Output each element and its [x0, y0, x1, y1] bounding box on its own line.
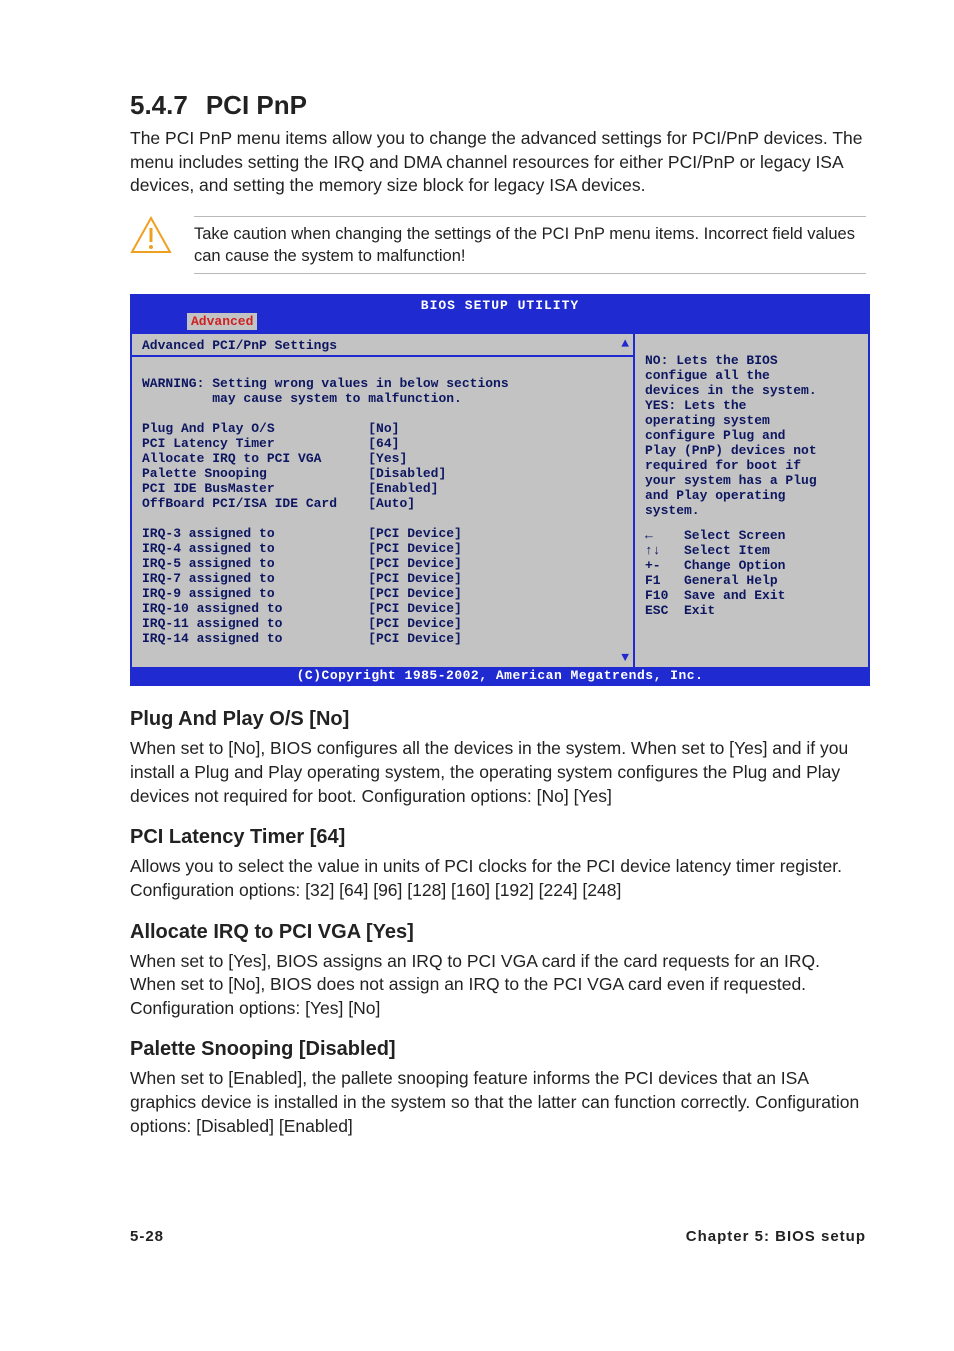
chapter-label: Chapter 5: BIOS setup	[686, 1228, 866, 1245]
setting-heading-pnp: Plug And Play O/S [No]	[130, 708, 866, 731]
bios-tab-bar: Advanced	[132, 313, 868, 332]
bios-help-text: NO: Lets the BIOS configue all the devic…	[645, 353, 817, 518]
setting-body-palette: When set to [Enabled], the pallete snoop…	[130, 1067, 866, 1138]
setting-heading-irqvga: Allocate IRQ to PCI VGA [Yes]	[130, 921, 866, 944]
bios-left-title: Advanced PCI/PnP Settings	[132, 334, 633, 357]
section-heading: 5.4.7 PCI PnP	[130, 90, 866, 121]
page-footer: 5-28 Chapter 5: BIOS setup	[130, 1228, 866, 1245]
bios-footer: (C)Copyright 1985-2002, American Megatre…	[132, 667, 868, 684]
bios-keynav: ← Select Screen ↑↓ Select Item +- Change…	[645, 528, 860, 618]
section-intro: The PCI PnP menu items allow you to chan…	[130, 127, 866, 198]
bios-warning: WARNING: Setting wrong values in below s…	[142, 376, 509, 406]
bios-settings-block: Plug And Play O/S [No] PCI Latency Timer…	[142, 421, 446, 511]
setting-heading-palette: Palette Snooping [Disabled]	[130, 1038, 866, 1061]
setting-body-irqvga: When set to [Yes], BIOS assigns an IRQ t…	[130, 950, 866, 1021]
bios-left-panel: ▲ Advanced PCI/PnP Settings WARNING: Set…	[132, 332, 635, 667]
bios-tab-advanced: Advanced	[187, 313, 257, 330]
setting-body-latency: Allows you to select the value in units …	[130, 855, 866, 902]
bios-header: BIOS SETUP UTILITY	[132, 296, 868, 313]
caution-text: Take caution when changing the settings …	[194, 223, 866, 268]
bios-irq-block: IRQ-3 assigned to [PCI Device] IRQ-4 ass…	[142, 526, 462, 646]
scroll-down-icon: ▼	[621, 650, 629, 665]
scroll-up-icon: ▲	[621, 336, 629, 351]
caution-callout: Take caution when changing the settings …	[130, 216, 866, 275]
section-number: 5.4.7	[130, 90, 188, 120]
page-number: 5-28	[130, 1228, 164, 1245]
setting-body-pnp: When set to [No], BIOS configures all th…	[130, 737, 866, 808]
bios-help-panel: NO: Lets the BIOS configue all the devic…	[635, 332, 868, 667]
caution-icon	[130, 216, 172, 261]
setting-heading-latency: PCI Latency Timer [64]	[130, 826, 866, 849]
bios-screenshot: BIOS SETUP UTILITY Advanced ▲ Advanced P…	[130, 294, 870, 686]
section-title-text: PCI PnP	[206, 90, 307, 120]
